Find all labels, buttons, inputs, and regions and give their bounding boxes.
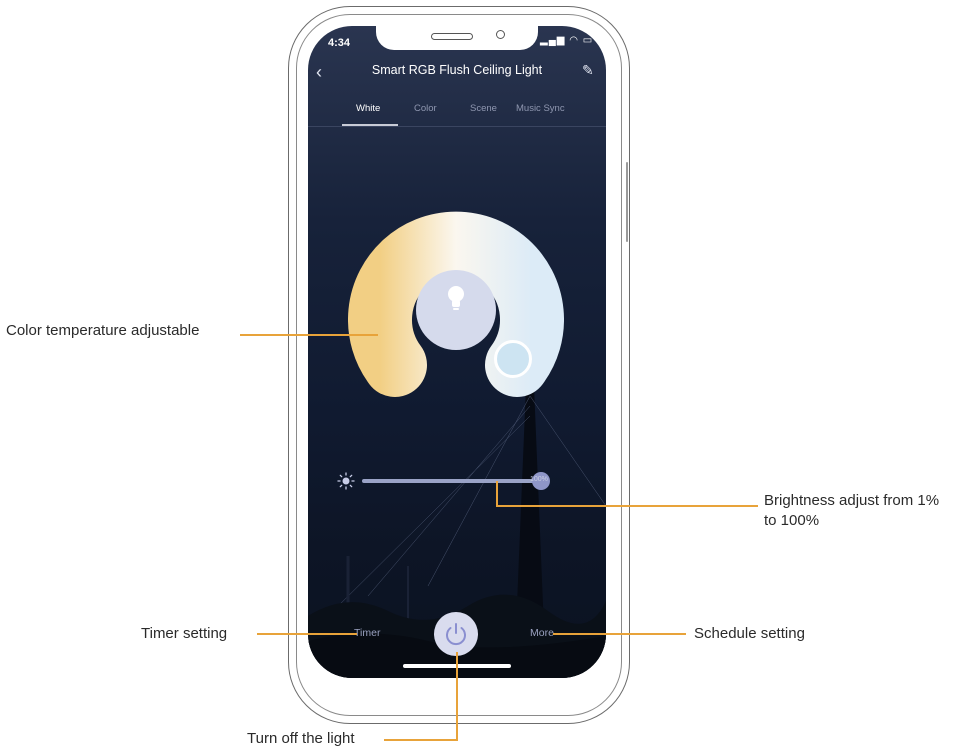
temperature-handle[interactable] [494, 340, 532, 378]
more-button[interactable]: More [530, 627, 554, 639]
front-camera [496, 30, 505, 39]
power-button[interactable] [434, 612, 478, 656]
tab-white[interactable]: White [356, 103, 380, 114]
speaker-grille [431, 33, 473, 40]
brightness-value: 100% [530, 476, 548, 483]
app-screen: 4:34 ▂▄▆ ◠ ▭ ‹ Smart RGB Flush Ceiling L… [308, 26, 606, 678]
callout-line-timer [257, 633, 357, 635]
callout-line-brightness [496, 505, 758, 507]
phone-side-button [626, 162, 628, 242]
callout-line-power-vertical [456, 652, 458, 741]
power-icon [446, 623, 466, 646]
bulb-icon [448, 286, 464, 310]
timer-button[interactable]: Timer [354, 627, 380, 639]
status-time: 4:34 [328, 37, 351, 49]
callout-line-schedule [553, 633, 686, 635]
callout-power: Turn off the light [247, 730, 355, 747]
tab-divider [308, 126, 606, 127]
back-button[interactable]: ‹ [316, 62, 322, 83]
edit-icon[interactable]: ✎ [582, 62, 594, 79]
callout-brightness: Brightness adjust from 1% to 100% [764, 492, 940, 529]
page-title: Smart RGB Flush Ceiling Light [371, 63, 543, 77]
phone-notch [376, 26, 538, 50]
tab-color[interactable]: Color [414, 103, 437, 114]
brightness-sun-icon [337, 472, 355, 490]
callout-line-color [240, 334, 378, 336]
tab-music-sync[interactable]: Music Sync [516, 103, 565, 114]
callout-timer: Timer setting [141, 625, 228, 642]
callout-schedule: Schedule setting [694, 625, 805, 642]
status-icons: ▂▄▆ ◠ ▭ [540, 35, 594, 46]
callout-line-brightness-vertical [496, 481, 498, 506]
tab-scene[interactable]: Scene [470, 103, 497, 114]
callout-line-power [384, 739, 458, 741]
brightness-slider-track[interactable] [362, 479, 542, 483]
callout-color-temperature: Color temperature adjustable [6, 322, 200, 339]
